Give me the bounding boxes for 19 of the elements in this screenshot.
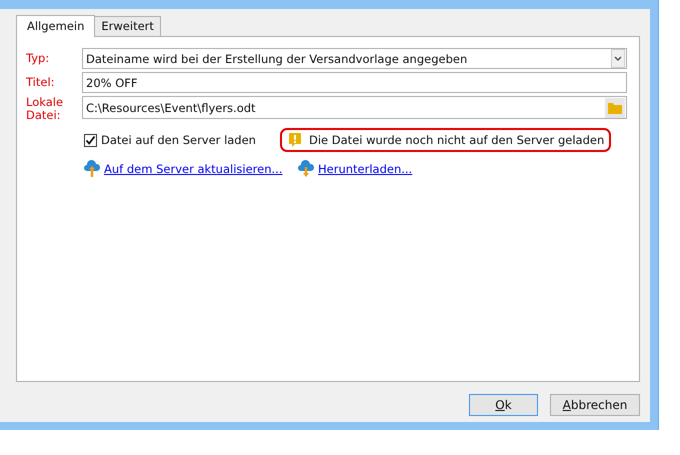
cloud-upload-icon	[84, 160, 100, 178]
tab[interactable]: Erweitert	[94, 16, 161, 36]
type-dropdown[interactable]: Dateiname wird bei der Erstellung der Versandvorlage angegeben	[82, 48, 627, 69]
file-path-field[interactable]: C:\Resources\Event\flyers.odt	[82, 96, 627, 119]
link[interactable]: Herunterladen...	[318, 162, 412, 176]
tab[interactable]: Allgemein	[16, 15, 96, 37]
caret-icon	[611, 49, 625, 68]
title-field[interactable]: 20% OFF	[82, 72, 627, 93]
field-label: Titel:	[26, 76, 56, 89]
field-label: Lokale Datei:	[26, 96, 64, 122]
ok-button[interactable]: Ok	[469, 394, 538, 416]
cancel-button[interactable]: Abbrechen	[550, 394, 640, 416]
link[interactable]: Auf dem Server aktualisieren...	[104, 162, 282, 176]
checkbox[interactable]	[84, 134, 97, 146]
field-label: Typ:	[26, 52, 50, 65]
warning-icon	[287, 132, 303, 148]
warning-text: Die Datei wurde noch nicht auf den Server geladen	[309, 133, 604, 147]
cloud-download-icon	[298, 160, 314, 178]
upload-checkbox[interactable]: Datei auf den Server laden	[84, 133, 280, 147]
